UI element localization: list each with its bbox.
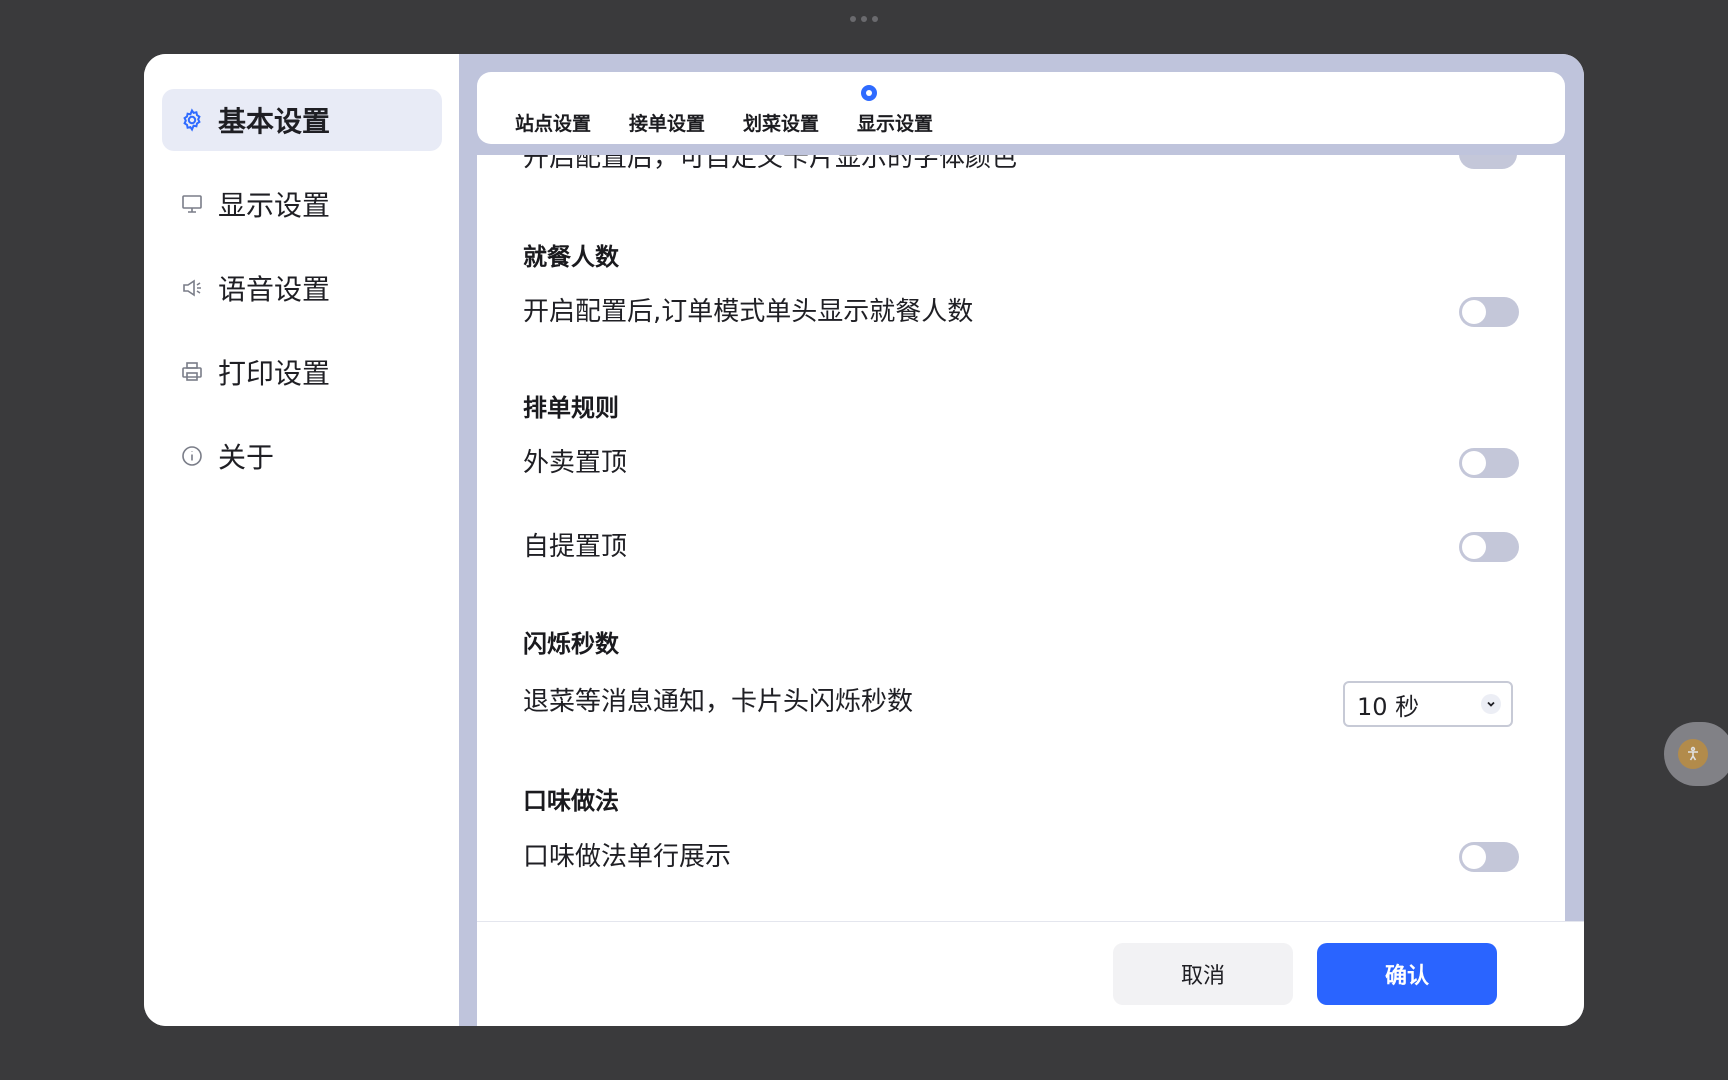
section-title-taste: 口味做法	[523, 787, 619, 815]
sidebar-item-basic-settings[interactable]: 基本设置	[162, 89, 442, 151]
cancel-button[interactable]: 取消	[1113, 943, 1293, 1005]
tab-display-settings[interactable]: 显示设置	[857, 109, 933, 136]
toggle-knob	[1462, 845, 1486, 869]
confirm-button[interactable]: 确认	[1317, 943, 1497, 1005]
sidebar-item-label: 基本设置	[218, 105, 331, 138]
chevron-down-icon	[1481, 694, 1501, 714]
speaker-icon	[180, 276, 204, 300]
toggle-knob	[1462, 535, 1486, 559]
flash-seconds-select[interactable]: 10 秒	[1343, 681, 1513, 727]
sidebar: 基本设置 显示设置 语音设置 打印设置 关于	[144, 54, 459, 1026]
section-title-diners: 就餐人数	[523, 243, 619, 271]
tab-order-receiving-settings[interactable]: 接单设置	[629, 109, 705, 136]
tab-site-settings[interactable]: 站点设置	[515, 109, 591, 136]
tab-bar: 站点设置 接单设置 划菜设置 显示设置	[477, 72, 1565, 144]
window-drag-dots[interactable]	[850, 16, 878, 22]
settings-dialog: 基本设置 显示设置 语音设置 打印设置 关于 站点设置 接单设置 划菜设置 显示…	[144, 54, 1584, 1026]
toggle-pickup-top[interactable]	[1459, 532, 1519, 562]
sidebar-item-label: 语音设置	[218, 273, 331, 306]
sidebar-item-label: 显示设置	[218, 189, 331, 222]
row-label-show-diners: 开启配置后,订单模式单头显示就餐人数	[523, 297, 974, 327]
sidebar-item-about[interactable]: 关于	[162, 425, 442, 487]
row-label-delivery-top: 外卖置顶	[523, 448, 628, 478]
row-label-flash-seconds: 退菜等消息通知，卡片头闪烁秒数	[523, 687, 914, 717]
toggle-knob	[1462, 300, 1486, 324]
row-label-pickup-top: 自提置顶	[523, 532, 628, 562]
settings-content: 开启配置后，可自定义卡片显示的字体颜色 就餐人数 开启配置后,订单模式单头显示就…	[477, 155, 1565, 921]
toggle-delivery-top[interactable]	[1459, 448, 1519, 478]
toggle-show-diners[interactable]	[1459, 297, 1519, 327]
cut-off-description: 开启配置后，可自定义卡片显示的字体颜色	[523, 155, 1018, 173]
sidebar-item-print-settings[interactable]: 打印设置	[162, 341, 442, 403]
settings-panel: 站点设置 接单设置 划菜设置 显示设置 开启配置后，可自定义卡片显示的字体颜色 …	[459, 54, 1584, 1026]
row-label-taste-single-line: 口味做法单行展示	[523, 842, 732, 872]
sidebar-item-label: 关于	[218, 441, 275, 474]
tab-dish-marking-settings[interactable]: 划菜设置	[743, 109, 819, 136]
accessibility-icon	[1678, 739, 1708, 769]
section-title-order-rules: 排单规则	[523, 394, 619, 422]
flash-seconds-value: 10 秒	[1357, 692, 1420, 721]
location-pin-icon	[861, 85, 877, 101]
sidebar-item-label: 打印设置	[218, 357, 331, 390]
sidebar-item-voice-settings[interactable]: 语音设置	[162, 257, 442, 319]
dot	[872, 16, 878, 22]
monitor-icon	[180, 192, 204, 216]
dialog-footer: 取消 确认	[477, 921, 1584, 1026]
dot	[850, 16, 856, 22]
dot	[861, 16, 867, 22]
toggle-knob	[1462, 451, 1486, 475]
sidebar-item-display-settings[interactable]: 显示设置	[162, 173, 442, 235]
cut-off-toggle[interactable]	[1459, 155, 1517, 169]
toggle-taste-single-line[interactable]	[1459, 842, 1519, 872]
gear-icon	[180, 108, 204, 132]
printer-icon	[180, 360, 204, 384]
info-icon	[180, 444, 204, 468]
floating-assistant-button[interactable]	[1664, 722, 1728, 786]
section-title-flash-seconds: 闪烁秒数	[523, 630, 619, 658]
